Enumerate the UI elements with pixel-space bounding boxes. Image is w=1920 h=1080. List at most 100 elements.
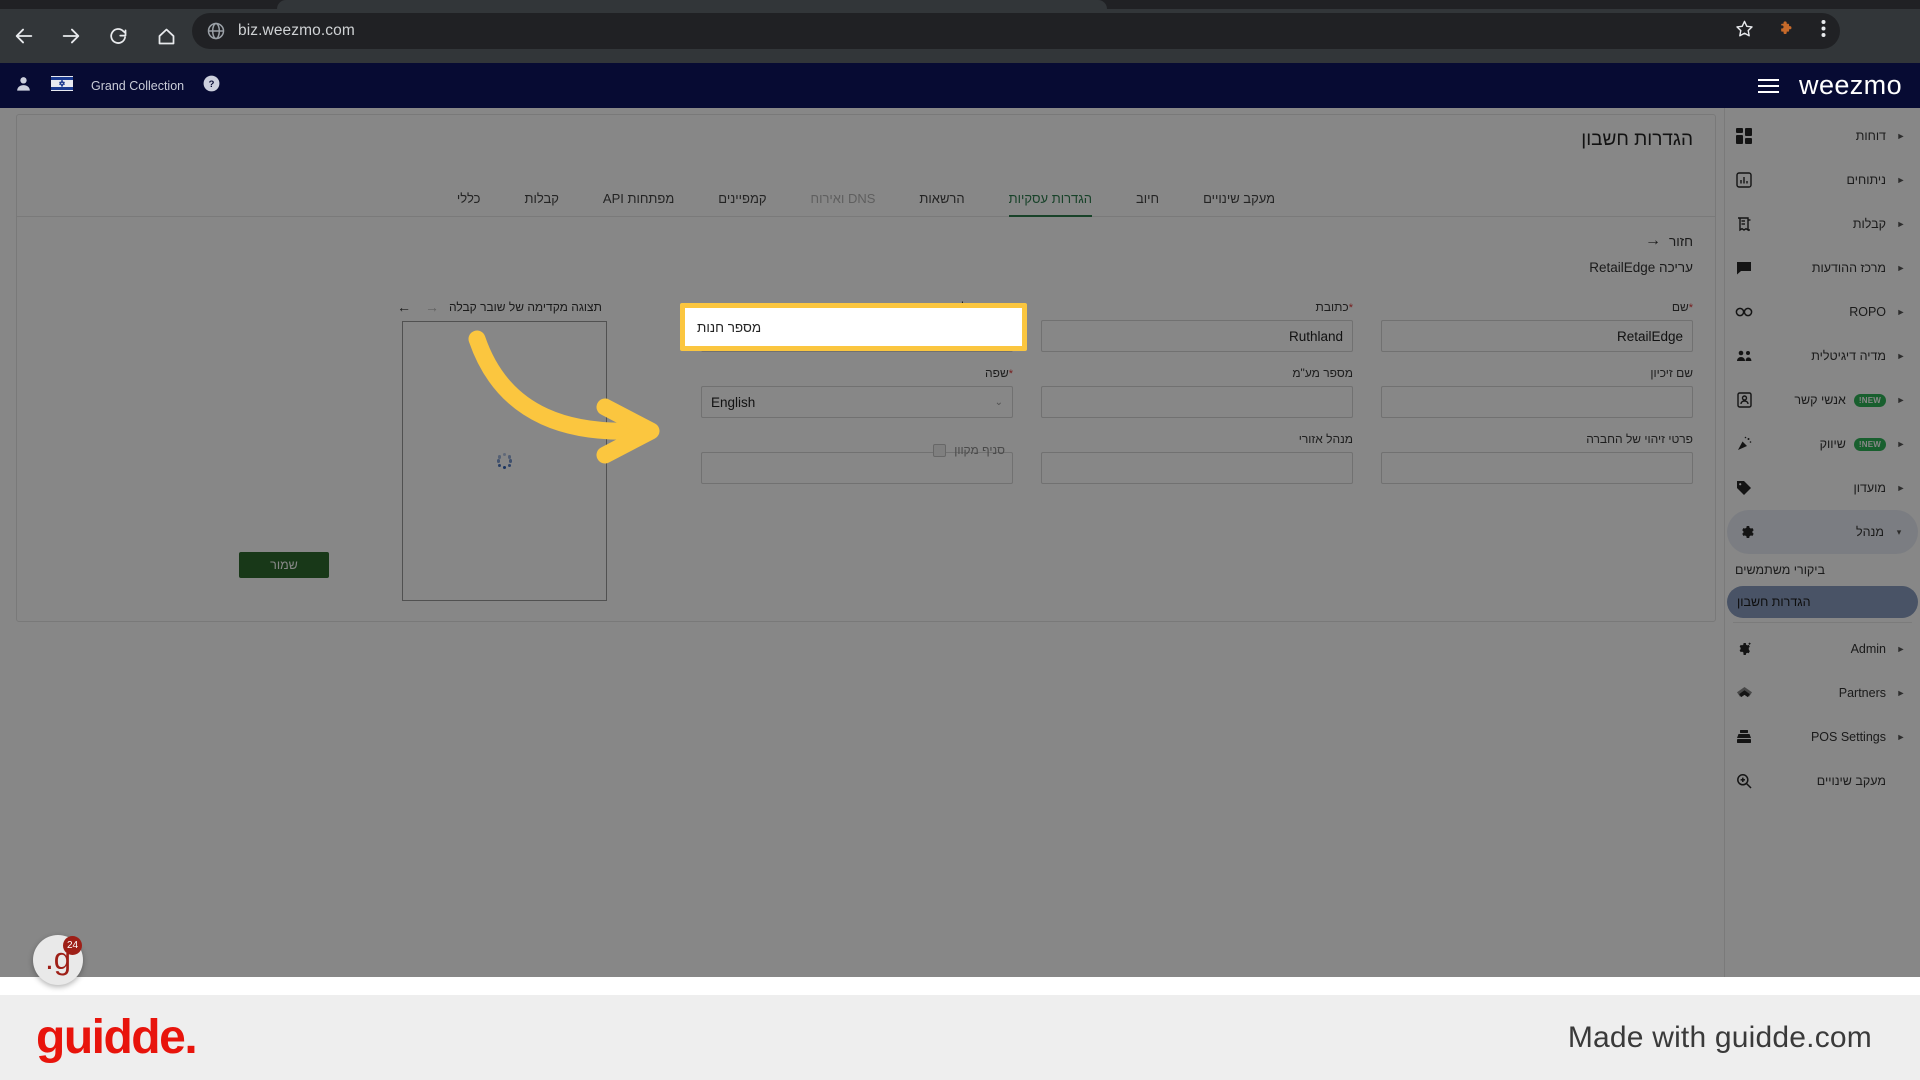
company-id-input[interactable] [1381,452,1693,484]
people-group-icon [1735,347,1753,365]
badge-new: NEW! [1853,393,1886,407]
puzzle-icon[interactable] [1778,19,1797,43]
person-icon[interactable] [14,74,33,98]
tab-label: מפתחות API [602,191,675,206]
settings-card: הגדרות חשבון מעקב שינויים חיוב הגדרות עס… [16,114,1716,622]
save-button[interactable]: שמור [239,552,329,578]
bar-chart-icon [1735,171,1753,189]
sidebar-item-label: מדיה דיגיטלית [1811,349,1886,363]
sidebar-item-message-center[interactable]: ► מרכז ההודעות [1725,246,1920,290]
sidebar-item-digital-media[interactable]: ► מדיה דיגיטלית [1725,334,1920,378]
israel-flag-icon[interactable] [51,75,73,96]
chevron-down-icon: ▾ [1896,526,1902,537]
page-title: הגדרות חשבון [1581,129,1693,150]
address-bar[interactable]: biz.weezmo.com [192,13,1840,49]
back-arrow-icon[interactable] [9,21,39,51]
tab-campaigns[interactable]: קמפיינים [696,191,788,216]
sidebar-item-label: קבלות [1852,217,1886,231]
field-label: פרטי זיהוי של החברה [1586,432,1693,446]
tab-gap [0,0,277,9]
field-label: *כתובת [1041,300,1353,315]
tab-general[interactable]: כללי [435,191,503,216]
forward-arrow-icon[interactable] [56,21,86,51]
reload-icon[interactable] [104,21,134,51]
tag-icon [1735,479,1753,497]
vat-number-input[interactable] [1041,386,1353,418]
sidebar-item-analytics[interactable]: ► ניתוחים [1725,158,1920,202]
name-input[interactable] [1381,320,1693,352]
preview-title: תצוגה מקדימה של שובר קבלה [449,300,602,314]
sidebar-item-ropo[interactable]: ► ROPO [1725,290,1920,334]
language-select-value: English [711,394,756,410]
tab-billing[interactable]: חיוב [1114,191,1181,216]
back-link[interactable]: חזור → [1645,233,1693,249]
question-mark-icon[interactable]: ? [202,74,221,98]
tab-api-keys[interactable]: מפתחות API [581,191,696,216]
chevron-right-icon: ► [1896,219,1906,229]
regional-manager-input[interactable] [1041,452,1353,484]
guidde-badge[interactable]: g. 24 [33,935,83,985]
online-branch-label: סניף מקוון [954,443,1005,457]
franchise-name-input[interactable] [1381,386,1693,418]
sidebar-item-label: מועדון [1853,481,1886,495]
three-dots-icon[interactable] [1821,19,1826,43]
address-input[interactable] [1041,320,1353,352]
sidebar-item-label: Admin [1850,642,1886,656]
tab-label: מעקב שינויים [1203,191,1276,206]
field-group-vat-number: מספר מע"מ [1041,366,1353,418]
right-sidebar: ► דוחות ► ניתוחים ► קבלות ► מרכז ההודעות [1724,108,1920,977]
chevron-right-icon: ► [1896,395,1906,405]
tab-label: הגדרות עסקיות [1008,191,1092,206]
sidebar-item-label: מעקב שינויים [1816,774,1886,788]
online-branch-checkbox[interactable] [933,443,947,457]
chevron-right-icon: ► [1896,439,1906,449]
sidebar-subitem-account-settings[interactable]: הגדרות חשבון [1727,586,1918,618]
chevron-right-icon: ► [1896,263,1906,273]
page-body: ► דוחות ► ניתוחים ► קבלות ► מרכז ההודעות [0,108,1920,977]
required-asterisk: * [1008,368,1013,380]
weezmo-logo: weezmo [1799,70,1902,100]
contact-card-icon [1735,391,1753,409]
browser-chrome: biz.weezmo.com [0,0,1920,63]
globe-icon [206,21,226,41]
sidebar-item-reports[interactable]: ► דוחות [1725,114,1920,158]
main-content: הגדרות חשבון מעקב שינויים חיוב הגדרות עס… [0,108,1724,977]
form-column-1: *שם שם זיכיון פרטי זיהוי של החברה [1381,300,1693,498]
star-icon[interactable] [1735,19,1754,43]
highlight-box: מספר חנות [680,303,1027,351]
sidebar-item-pos-settings[interactable]: ► POS Settings [1725,715,1920,759]
sidebar-item-label: מנהל [1856,525,1884,539]
sidebar-item-change-tracking[interactable]: מעקב שינויים [1725,759,1920,803]
gear-icon [1737,523,1755,541]
required-asterisk: * [1348,302,1353,314]
preview-prev-icon[interactable]: ← [397,300,411,314]
sidebar-item-marketing[interactable]: ► NEW! שיווק [1725,422,1920,466]
handshake-icon [1735,684,1753,702]
field-label: *שם [1381,300,1693,315]
tab-permissions[interactable]: הרשאות [897,191,986,216]
language-select[interactable]: English ⌄ [701,386,1013,418]
field-group-company-id: פרטי זיהוי של החברה [1381,432,1693,484]
sidebar-subitem-user-visits[interactable]: ביקורי משתמשים [1725,554,1920,586]
field-group-franchise-name: שם זיכיון [1381,366,1693,418]
field-group-regional-manager: מנהל אזורי [1041,432,1353,484]
badge-new: NEW! [1853,437,1886,451]
chevron-down-icon: ⌄ [994,396,1003,408]
chevron-right-icon: ► [1896,688,1906,698]
sidebar-item-club[interactable]: ► מועדון [1725,466,1920,510]
tab-receipts[interactable]: קבלות [502,191,580,216]
sidebar-item-partners[interactable]: ► Partners [1725,671,1920,715]
tab-change-tracking[interactable]: מעקב שינויים [1181,191,1297,216]
store-number-highlighted-field[interactable]: מספר חנות [685,308,1022,346]
sidebar-item-contacts[interactable]: ► NEW! אנשי קשר [1725,378,1920,422]
tab-business-settings[interactable]: הגדרות עסקיות [987,191,1114,217]
browser-tab-active[interactable] [277,0,1107,9]
field-group-name: *שם [1381,300,1693,352]
sidebar-item-admin[interactable]: ► Admin [1725,627,1920,671]
sidebar-item-manager[interactable]: ▾ מנהל [1727,510,1918,554]
browser-tabstrip [0,0,1920,9]
sidebar-item-receipts[interactable]: ► קבלות [1725,202,1920,246]
hamburger-icon[interactable] [1758,78,1780,93]
settings-tabs: מעקב שינויים חיוב הגדרות עסקיות הרשאות D… [17,177,1715,217]
home-icon[interactable] [151,21,181,51]
